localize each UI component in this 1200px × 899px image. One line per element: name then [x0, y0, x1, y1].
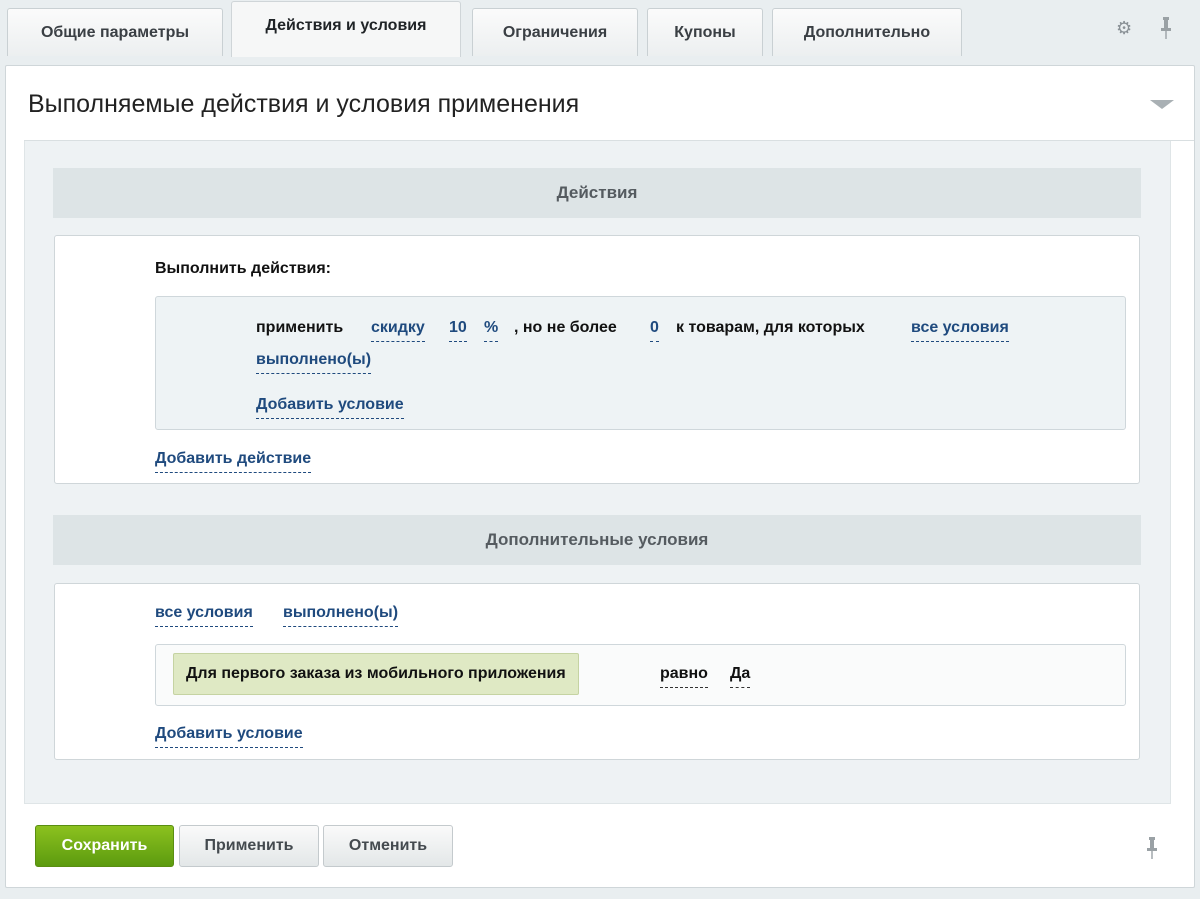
pin-icon[interactable] [1160, 17, 1172, 39]
condition-value-link[interactable]: Да [730, 665, 751, 688]
discount-unit-link[interactable]: % [484, 319, 499, 342]
fulfilled-link[interactable]: выполнено(ы) [256, 351, 372, 374]
tab-coupons[interactable]: Купоны [647, 8, 763, 56]
tab-actions-conditions[interactable]: Действия и условия [231, 1, 461, 57]
pin-icon[interactable] [1146, 837, 1158, 859]
conditions-area: Действия Выполнить действия: применить с… [24, 141, 1171, 804]
tab-general[interactable]: Общие параметры [7, 8, 223, 56]
tab-additional[interactable]: Дополнительно [772, 8, 962, 56]
all-conditions-link[interactable]: все условия [911, 319, 1009, 342]
action-rule-box: применить скидку 10 % , но не более 0 к … [155, 296, 1126, 430]
apply-button[interactable]: Применить [179, 825, 319, 867]
extra-conditions-box: все условия выполнено(ы) Для первого зак… [54, 583, 1140, 760]
extra-all-conditions-link[interactable]: все условия [155, 604, 253, 627]
condition-row: Для первого заказа из мобильного приложе… [155, 644, 1126, 706]
panel-title: Выполняемые действия и условия применени… [28, 90, 580, 118]
save-button[interactable]: Сохранить [35, 825, 174, 867]
tab-restrictions[interactable]: Ограничения [472, 8, 638, 56]
actions-label: Выполнить действия: [155, 260, 331, 277]
collapse-arrow-icon[interactable] [1150, 100, 1174, 109]
cancel-button[interactable]: Отменить [323, 825, 453, 867]
extra-fulfilled-link[interactable]: выполнено(ы) [283, 604, 399, 627]
main-panel: Выполняемые действия и условия применени… [5, 65, 1195, 888]
add-condition-link[interactable]: Добавить условие [256, 396, 404, 419]
apply-text: применить [256, 319, 344, 336]
condition-operator-link[interactable]: равно [660, 665, 708, 688]
gear-icon[interactable]: ⚙ [1116, 19, 1132, 37]
condition-name-chip[interactable]: Для первого заказа из мобильного приложе… [173, 653, 579, 695]
for-items-text: к товарам, для которых [676, 319, 865, 336]
discount-type-link[interactable]: скидку [371, 319, 425, 342]
max-value-link[interactable]: 0 [650, 319, 659, 342]
actions-box: Выполнить действия: применить скидку 10 … [54, 235, 1140, 484]
tab-bar: Общие параметры Действия и условия Огран… [0, 0, 1200, 57]
extra-conditions-header: Дополнительные условия [53, 515, 1141, 565]
max-text: , но не более [514, 319, 617, 336]
actions-section-header: Действия [53, 168, 1141, 218]
discount-amount-link[interactable]: 10 [449, 319, 467, 342]
add-action-link[interactable]: Добавить действие [155, 450, 312, 473]
extra-add-condition-link[interactable]: Добавить условие [155, 725, 303, 748]
